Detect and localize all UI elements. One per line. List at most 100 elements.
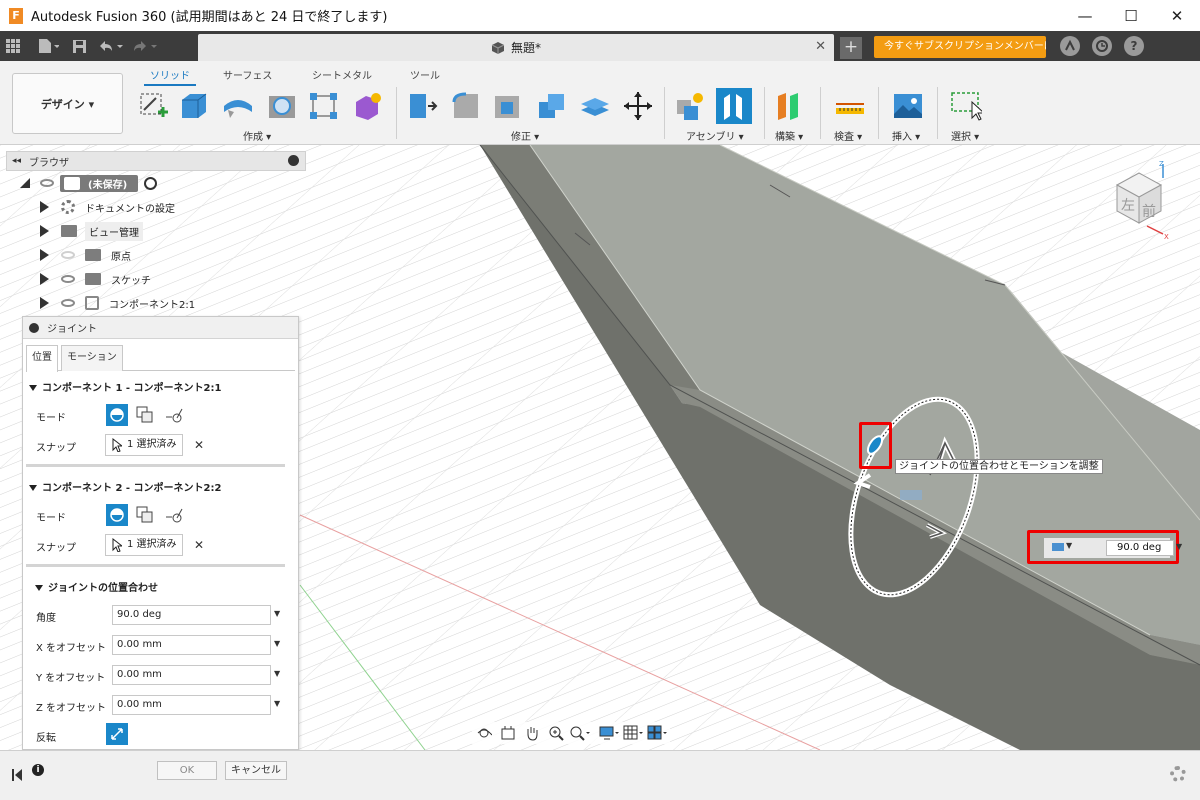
angle-dropdown-icon[interactable]: ▼ (274, 609, 280, 618)
tab-position[interactable]: 位置 (26, 345, 58, 372)
construct-group-label[interactable]: 構築 ▾ (775, 128, 803, 143)
angle-mode-dropdown-icon[interactable]: ▼ (1066, 541, 1072, 550)
component2-section-title[interactable]: コンポーネント 2 - コンポーネント2:2 (29, 479, 221, 494)
expand-icon[interactable] (40, 201, 49, 213)
tree-item-named-views[interactable]: ビュー管理 (6, 219, 306, 243)
insert-image-icon[interactable] (892, 90, 924, 122)
tree-item-sketches[interactable]: スケッチ (6, 267, 306, 291)
new-tab-button[interactable]: + (840, 37, 862, 59)
pan-hand-icon[interactable] (520, 723, 544, 743)
move-icon[interactable] (622, 90, 654, 122)
extrude-icon[interactable] (178, 90, 210, 122)
angle-hud-input[interactable]: 90.0 deg (1106, 540, 1174, 556)
joint-dialog-header[interactable]: ジョイント (23, 317, 298, 339)
create-sketch-icon[interactable] (138, 90, 170, 122)
fillet-icon[interactable] (450, 90, 482, 122)
angle-input[interactable]: 90.0 deg (112, 605, 271, 625)
new-component-icon[interactable] (674, 90, 706, 122)
document-tab[interactable]: 無題* ✕ (198, 34, 834, 61)
mode-between-icon[interactable] (134, 504, 156, 526)
joint-icon[interactable] (716, 88, 752, 124)
expand-icon[interactable] (40, 297, 49, 309)
alignment-section-title[interactable]: ジョイントの位置合わせ (35, 579, 158, 594)
file-menu-icon[interactable] (36, 31, 62, 61)
select-icon[interactable] (950, 90, 982, 122)
joint-handle-highlight[interactable] (859, 422, 892, 469)
ok-button[interactable]: OK (157, 761, 217, 780)
snap-selection-1[interactable]: 1 選択済み (105, 434, 183, 456)
browser-header[interactable]: ◂◂ ブラウザ (6, 151, 306, 171)
display-settings-icon[interactable] (598, 723, 622, 743)
offset-plane-icon[interactable] (774, 90, 806, 122)
expand-icon[interactable] (40, 273, 49, 285)
visibility-eye-icon[interactable] (61, 251, 75, 259)
minimize-button[interactable]: — (1062, 0, 1108, 31)
hole-icon[interactable] (266, 90, 298, 122)
mode-between-icon[interactable] (134, 404, 156, 426)
tab-solid[interactable]: ソリッド (144, 67, 196, 86)
close-tab-button[interactable]: ✕ (815, 39, 826, 54)
fit-icon[interactable] (568, 723, 592, 743)
subscribe-button[interactable]: 今すぐサブスクリプションメンバーに... (874, 36, 1046, 58)
viewports-icon[interactable] (646, 723, 670, 743)
pattern-icon[interactable] (308, 90, 340, 122)
save-icon[interactable] (66, 31, 92, 61)
clear-selection-1-button[interactable]: ✕ (194, 438, 204, 452)
z-offset-dropdown-icon[interactable]: ▼ (274, 699, 280, 708)
viewcube-icon[interactable]: 左 前 Z X (1107, 160, 1171, 240)
press-pull-icon[interactable] (406, 90, 438, 122)
y-offset-dropdown-icon[interactable]: ▼ (274, 669, 280, 678)
settings-gear-icon[interactable] (1170, 766, 1186, 782)
workspace-switcher[interactable]: デザイン ▾ (12, 73, 123, 134)
collapse-dialog-icon[interactable] (29, 322, 39, 333)
mode-two-edge-icon[interactable] (163, 404, 185, 426)
tab-sheet-metal[interactable]: シートメタル (312, 67, 372, 82)
info-icon[interactable]: i (32, 764, 44, 776)
visibility-eye-icon[interactable] (40, 179, 54, 187)
redo-icon[interactable] (132, 31, 158, 61)
assemble-group-label[interactable]: アセンブリ ▾ (686, 128, 744, 143)
mode-two-edge-icon[interactable] (163, 504, 185, 526)
close-window-button[interactable]: ✕ (1154, 0, 1200, 31)
component1-section-title[interactable]: コンポーネント 1 - コンポーネント2:1 (29, 379, 221, 394)
collapse-icon[interactable] (20, 178, 30, 188)
browser-minimize-icon[interactable] (288, 155, 299, 166)
mode-simple-icon[interactable] (106, 404, 128, 426)
expand-icon[interactable] (40, 249, 49, 261)
select-group-label[interactable]: 選択 ▾ (951, 128, 979, 143)
flip-button[interactable] (106, 723, 128, 745)
angle-mode-icon[interactable] (1052, 543, 1064, 551)
maximize-button[interactable]: ☐ (1108, 0, 1154, 31)
look-at-icon[interactable] (496, 723, 520, 743)
undo-icon[interactable] (98, 31, 124, 61)
tab-tools[interactable]: ツール (410, 67, 440, 82)
tab-surface[interactable]: サーフェス (223, 67, 272, 82)
measure-icon[interactable] (834, 90, 866, 122)
visibility-eye-icon[interactable] (61, 275, 75, 283)
activate-radio-icon[interactable] (144, 176, 157, 190)
visibility-eye-icon[interactable] (61, 299, 75, 307)
expand-icon[interactable] (40, 225, 49, 237)
tree-item-component[interactable]: コンポーネント2:1 (6, 291, 306, 315)
inspect-group-label[interactable]: 検査 ▾ (834, 128, 862, 143)
tree-root[interactable]: (未保存) (6, 171, 306, 195)
job-status-icon[interactable] (1060, 36, 1080, 56)
data-panel-icon[interactable] (0, 31, 26, 61)
y-offset-input[interactable]: 0.00 mm (112, 665, 271, 685)
offset-face-icon[interactable] (579, 90, 611, 122)
x-offset-input[interactable]: 0.00 mm (112, 635, 271, 655)
zoom-icon[interactable] (544, 723, 568, 743)
snap-selection-2[interactable]: 1 選択済み (105, 534, 183, 556)
orbit-icon[interactable] (472, 723, 496, 743)
grid-snap-icon[interactable] (622, 723, 646, 743)
x-offset-dropdown-icon[interactable]: ▼ (274, 639, 280, 648)
tree-item-document-settings[interactable]: ドキュメントの設定 (6, 195, 306, 219)
collapse-browser-icon[interactable]: ◂◂ (12, 156, 21, 166)
clear-selection-2-button[interactable]: ✕ (194, 538, 204, 552)
revolve-icon[interactable] (222, 90, 254, 122)
shell-icon[interactable] (492, 90, 524, 122)
z-offset-input[interactable]: 0.00 mm (112, 695, 271, 715)
notifications-clock-icon[interactable] (1092, 36, 1112, 56)
modify-group-label[interactable]: 修正 ▾ (511, 128, 539, 143)
help-icon[interactable]: ? (1124, 36, 1144, 56)
